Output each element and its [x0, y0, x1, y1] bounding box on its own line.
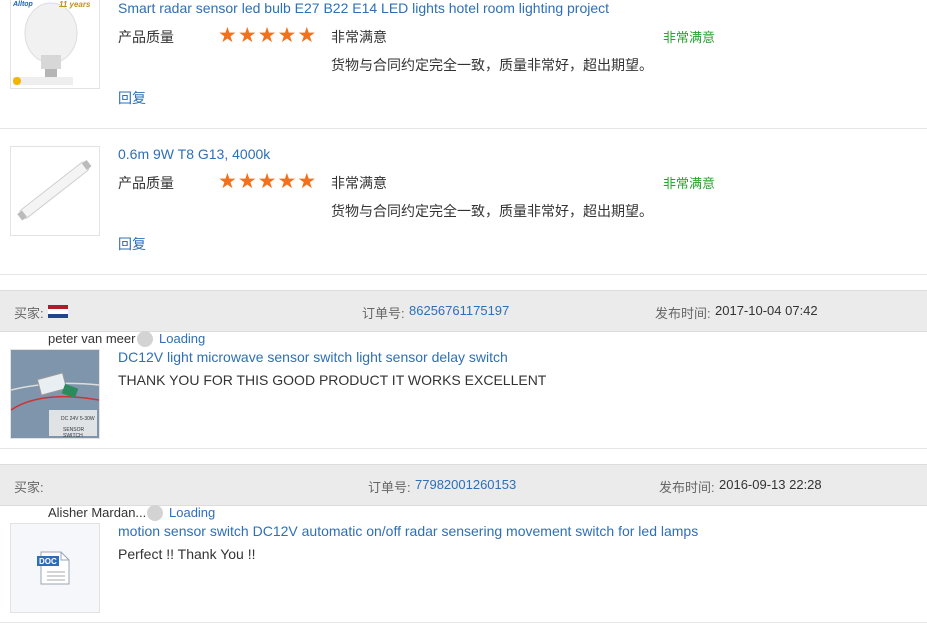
divider	[0, 128, 927, 129]
product-thumbnail[interactable]	[10, 146, 100, 236]
product-title-link[interactable]: 0.6m 9W T8 G13, 4000k	[118, 146, 270, 162]
years-badge: 11 years	[59, 0, 91, 9]
review-comment: 货物与合同约定完全一致，质量非常好，超出期望。	[331, 203, 653, 219]
loading-text: Loading	[169, 505, 216, 520]
star-icon: ★	[257, 24, 277, 47]
order-number-label: 订单号:	[368, 480, 411, 495]
reply-link[interactable]: 回复	[118, 234, 146, 254]
publish-time: 2016-09-13 22:28	[719, 477, 822, 492]
order-number-link[interactable]: 86256761175197	[409, 303, 509, 318]
brand-logo: Alltop	[13, 1, 33, 8]
review-comment: Perfect !! Thank You !!	[118, 546, 256, 562]
review-comment: 货物与合同约定完全一致，质量非常好，超出期望。	[331, 57, 653, 73]
overall-rating: 非常满意	[663, 30, 716, 45]
publish-time-label: 发布时间:	[655, 306, 711, 321]
buyer-name: peter van meer	[48, 331, 136, 346]
loading-icon	[147, 505, 163, 521]
review-comment: THANK YOU FOR THIS GOOD PRODUCT IT WORKS…	[118, 372, 547, 388]
star-icon: ★	[218, 24, 237, 47]
netherlands-flag-icon	[48, 305, 68, 318]
rating-label: 产品质量	[118, 175, 174, 191]
product-title-link[interactable]: motion sensor switch DC12V automatic on/…	[118, 523, 698, 539]
publish-time: 2017-10-04 07:42	[715, 303, 818, 318]
star-icon: ★	[297, 24, 317, 47]
product-thumbnail[interactable]: Alltop 11 years	[10, 0, 100, 89]
order-info-bar: 买家: 订单号: 77982001260153 发布时间: 2016-09-13…	[0, 464, 927, 506]
buyer-label: 买家:	[14, 480, 44, 495]
product-title-link[interactable]: Smart radar sensor led bulb E27 B22 E14 …	[118, 0, 609, 16]
loading-icon	[137, 331, 153, 347]
star-rating: ★ ★ ★ ★ ★	[218, 171, 316, 192]
divider	[0, 448, 927, 449]
star-icon: ★	[277, 24, 297, 47]
buyer-label: 买家:	[14, 306, 44, 321]
rating-text: 非常满意	[331, 29, 387, 45]
publish-time-label: 发布时间:	[659, 480, 715, 495]
order-info-bar: 买家: 订单号: 86256761175197 发布时间: 2017-10-04…	[0, 290, 927, 332]
star-icon: ★	[257, 170, 277, 193]
rating-text: 非常满意	[331, 175, 387, 191]
rating-label: 产品质量	[118, 29, 174, 45]
reply-link[interactable]: 回复	[118, 88, 146, 108]
star-icon: ★	[297, 170, 317, 193]
buyer-name: Alisher Mardan...	[48, 505, 147, 520]
star-icon: ★	[277, 170, 297, 193]
thumbnail-caption: SENSOR SWITCH	[63, 427, 85, 439]
overall-rating: 非常满意	[663, 176, 716, 191]
star-icon: ★	[218, 170, 237, 193]
order-number-link[interactable]: 77982001260153	[415, 477, 516, 492]
divider	[0, 622, 927, 623]
divider	[0, 274, 927, 275]
star-icon: ★	[237, 170, 257, 193]
doc-label: DOC	[39, 557, 57, 566]
order-number-label: 订单号:	[362, 306, 405, 321]
loading-text: Loading	[159, 331, 206, 346]
product-thumbnail[interactable]: DOC	[10, 523, 100, 613]
star-rating: ★ ★ ★ ★ ★	[218, 25, 316, 46]
thumbnail-text: DC 24V 5-30W	[61, 416, 95, 422]
star-icon: ★	[237, 24, 257, 47]
document-icon	[11, 524, 99, 612]
product-thumbnail[interactable]: DC 24V 5-30W SENSOR SWITCH	[10, 349, 100, 439]
product-title-link[interactable]: DC12V light microwave sensor switch ligh…	[118, 349, 508, 365]
